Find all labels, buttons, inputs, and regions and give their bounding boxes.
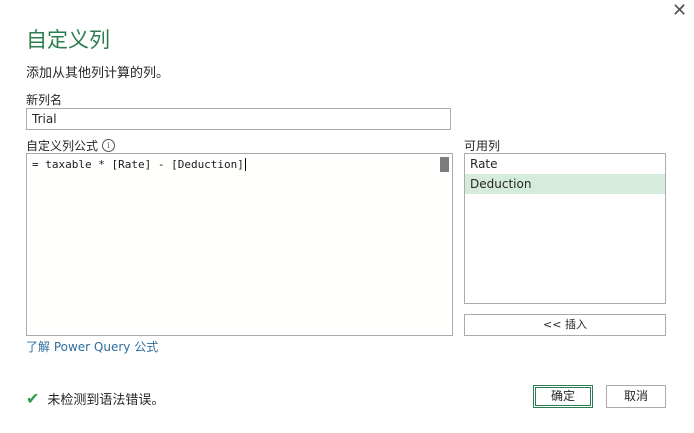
insert-button[interactable]: << 插入 (464, 314, 666, 336)
syntax-status: ✔ 未检测到语法错误。 (26, 389, 164, 408)
formula-label: 自定义列公式 (26, 139, 99, 153)
learn-power-query-link[interactable]: 了解 Power Query 公式 (26, 338, 158, 355)
formula-label-row: 自定义列公式 i (26, 137, 116, 154)
formula-editor[interactable]: = taxable * [Rate] - [Deduction] (26, 153, 453, 336)
cancel-button[interactable]: 取消 (606, 385, 666, 408)
column-item-deduction[interactable]: Deduction (465, 174, 665, 194)
dialog-title: 自定义列 (26, 28, 110, 52)
new-column-name-input[interactable] (26, 108, 451, 130)
info-icon[interactable]: i (102, 139, 116, 152)
status-text: 未检测到语法错误。 (47, 393, 165, 408)
available-columns-label: 可用列 (464, 139, 501, 153)
available-columns-list[interactable]: Rate Deduction (464, 153, 666, 304)
column-item-rate[interactable]: Rate (465, 154, 665, 174)
scrollbar-thumb[interactable] (440, 157, 449, 172)
close-icon[interactable]: ✕ (672, 2, 687, 20)
checkmark-icon: ✔ (26, 389, 40, 408)
ok-button[interactable]: 确定 (533, 385, 593, 408)
new-column-name-label: 新列名 (26, 93, 63, 107)
dialog-subtitle: 添加从其他列计算的列。 (26, 66, 170, 81)
formula-text[interactable]: = taxable * [Rate] - [Deduction] (32, 158, 246, 171)
